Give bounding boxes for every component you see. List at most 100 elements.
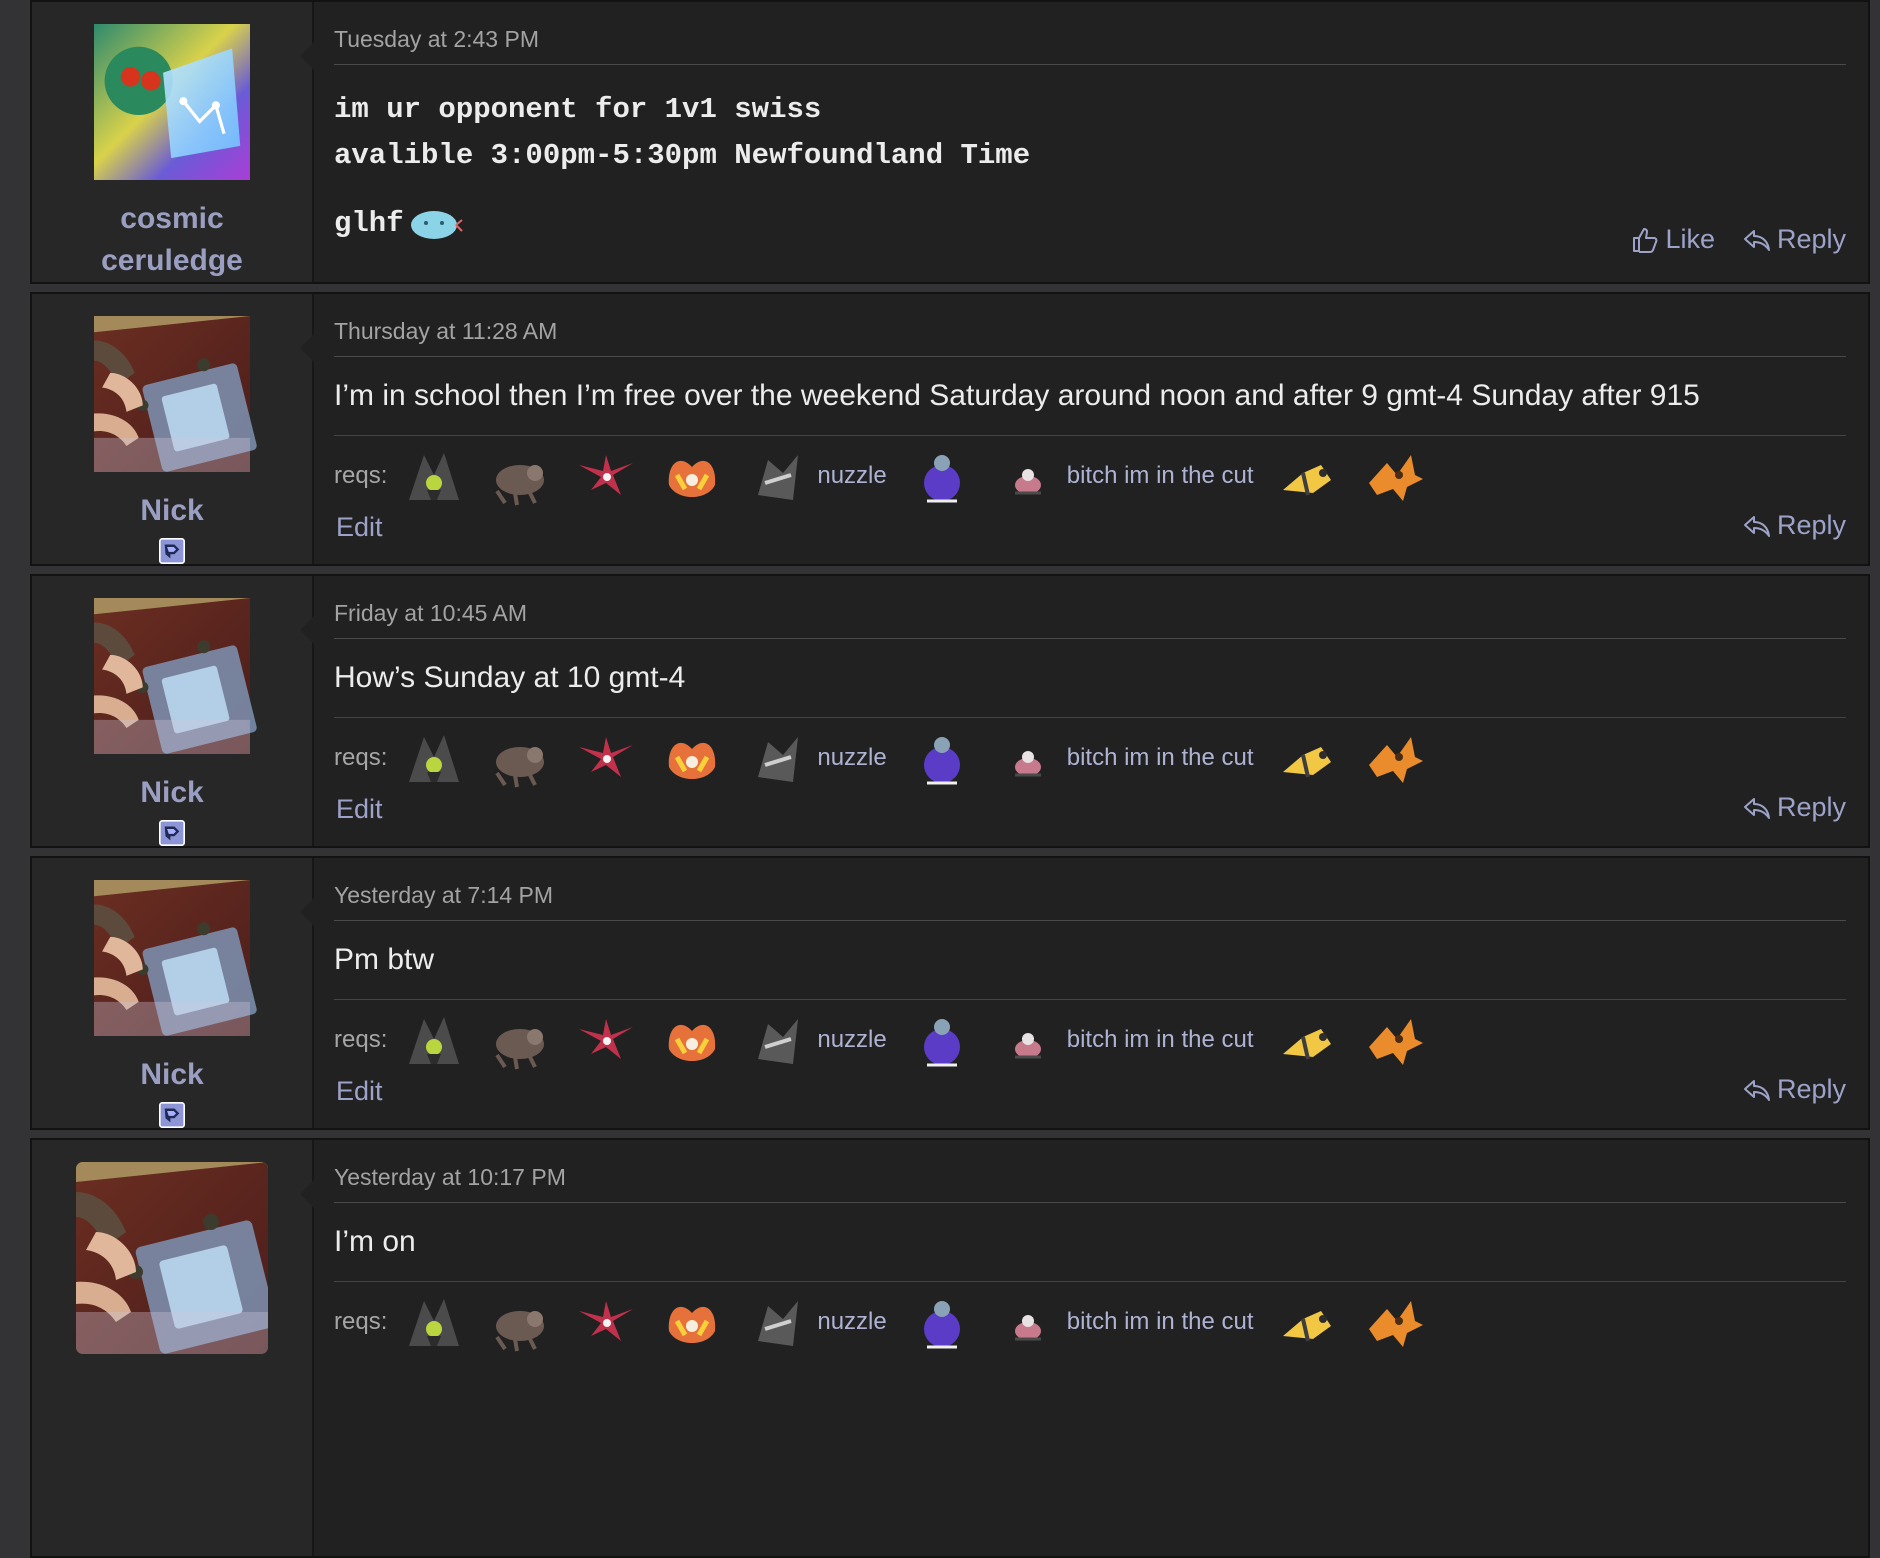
post-actions: Reply <box>1715 510 1846 541</box>
post-content: Yesterday at 10:17 PM I’m on reqs: nuzzl… <box>314 1140 1868 1556</box>
avatar[interactable] <box>76 1162 268 1354</box>
pokemon-sprite-icon <box>743 1009 813 1071</box>
signature-label: reqs: <box>334 744 388 771</box>
message-line: im ur opponent for 1v1 swiss <box>334 93 822 126</box>
post-date[interactable]: Yesterday at 10:17 PM <box>334 1140 1846 1203</box>
username[interactable]: Nick <box>72 490 272 532</box>
signature-label: reqs: <box>334 1308 388 1335</box>
message-text: I’m in school then I’m free over the wee… <box>334 357 1846 436</box>
like-label: Like <box>1665 224 1715 254</box>
pokemon-sprite-icon <box>743 1291 813 1353</box>
message-line: glhf <box>334 207 404 240</box>
post: Yesterday at 10:17 PM I’m on reqs: nuzzl… <box>30 1138 1870 1558</box>
pokemon-sprite-icon <box>485 727 555 789</box>
pokemon-sprite-icon <box>571 727 641 789</box>
pokemon-sprite-icon <box>993 1009 1063 1071</box>
reply-label: Reply <box>1776 224 1846 254</box>
post-content: Yesterday at 7:14 PM Pm btw reqs: nuzzle… <box>314 858 1868 1128</box>
reply-button[interactable]: Reply <box>1743 1074 1846 1105</box>
pokemon-sprite-icon <box>657 1291 727 1353</box>
thumbs-up-icon <box>1631 226 1659 254</box>
pokemon-sprite-icon <box>485 1009 555 1071</box>
avatar[interactable] <box>76 24 268 180</box>
pokemon-sprite-icon <box>993 727 1063 789</box>
user-cell: Nick <box>32 576 314 846</box>
post-date[interactable]: Tuesday at 2:43 PM <box>334 2 1846 65</box>
signature-text: bitch im in the cut <box>1066 1026 1254 1053</box>
pokemon-sprite-icon <box>1273 1009 1343 1071</box>
post-date[interactable]: Yesterday at 7:14 PM <box>334 858 1846 921</box>
pokemon-sprite-icon <box>993 445 1063 507</box>
pokemon-sprite-icon <box>743 445 813 507</box>
signature-text: bitch im in the cut <box>1066 1308 1254 1335</box>
pokemon-sprite-icon <box>657 727 727 789</box>
pokemon-sprite-icon <box>571 1291 641 1353</box>
pokemon-sprite-icon <box>1359 1291 1429 1353</box>
pokemon-sprite-icon <box>1359 1009 1429 1071</box>
pokemon-sprite-icon <box>1273 1291 1343 1353</box>
reply-label: Reply <box>1776 792 1846 822</box>
username[interactable]: cosmic ceruledge <box>72 198 272 282</box>
edit-button[interactable]: Edit <box>336 794 383 825</box>
signature: reqs: nuzzle bitch im in the cut <box>334 1282 1846 1362</box>
user-cell: Nick <box>32 294 314 564</box>
pokemon-sprite-icon <box>399 727 469 789</box>
avatar[interactable] <box>76 880 268 1036</box>
reply-label: Reply <box>1776 510 1846 540</box>
message-text: How’s Sunday at 10 gmt-4 <box>334 639 1846 718</box>
reply-icon <box>1743 794 1771 822</box>
reply-icon <box>1743 1076 1771 1104</box>
edit-button[interactable]: Edit <box>336 1076 383 1107</box>
reply-button[interactable]: Reply <box>1743 510 1846 541</box>
like-button[interactable]: Like <box>1631 224 1715 255</box>
signature-text: nuzzle <box>817 462 887 489</box>
post-actions: Reply <box>1715 792 1846 823</box>
pokemon-sprite-icon <box>907 1009 977 1071</box>
reply-icon <box>1743 226 1771 254</box>
edit-button[interactable]: Edit <box>336 512 383 543</box>
pokemon-sprite-icon <box>399 445 469 507</box>
pokemon-sprite-icon <box>1273 445 1343 507</box>
pokemon-sprite-icon <box>1273 727 1343 789</box>
post-date[interactable]: Friday at 10:45 AM <box>334 576 1846 639</box>
signature-text: bitch im in the cut <box>1066 744 1254 771</box>
reply-icon <box>1743 512 1771 540</box>
username[interactable]: Nick <box>72 1054 272 1096</box>
signature-text: nuzzle <box>817 744 887 771</box>
signature-label: reqs: <box>334 1026 388 1053</box>
reply-button[interactable]: Reply <box>1743 792 1846 823</box>
pokemon-sprite-icon <box>1359 727 1429 789</box>
pokemon-sprite-icon <box>571 445 641 507</box>
post-actions: Reply <box>1715 1074 1846 1105</box>
signature: reqs: nuzzle bitch im in the cut <box>334 436 1846 516</box>
emoji-icon <box>410 211 463 239</box>
post-actions: Like Reply <box>1603 224 1846 255</box>
pokemon-sprite-icon <box>907 727 977 789</box>
reply-button[interactable]: Reply <box>1743 224 1846 255</box>
pokemon-sprite-icon <box>657 445 727 507</box>
user-cell: cosmic ceruledge <box>32 2 314 282</box>
post-content: Tuesday at 2:43 PM im ur opponent for 1v… <box>314 2 1868 282</box>
rank-badge-icon <box>156 538 188 564</box>
post: Nick Thursday at 11:28 AM I’m in school … <box>30 292 1870 566</box>
pokemon-sprite-icon <box>485 1291 555 1353</box>
signature-text: nuzzle <box>817 1308 887 1335</box>
signature-label: reqs: <box>334 462 388 489</box>
message-text: im ur opponent for 1v1 swiss avalible 3:… <box>334 87 1846 247</box>
avatar[interactable] <box>76 316 268 472</box>
post-date[interactable]: Thursday at 11:28 AM <box>334 294 1846 357</box>
user-cell <box>32 1140 314 1556</box>
post: cosmic ceruledge Tuesday at 2:43 PM im u… <box>30 0 1870 284</box>
avatar[interactable] <box>76 598 268 754</box>
post: Nick Yesterday at 7:14 PM Pm btw reqs: n… <box>30 856 1870 1130</box>
rank-badge-icon <box>156 820 188 846</box>
signature: reqs: nuzzle bitch im in the cut <box>334 718 1846 798</box>
pokemon-sprite-icon <box>1359 445 1429 507</box>
pokemon-sprite-icon <box>485 445 555 507</box>
message-text: Pm btw <box>334 921 1846 1000</box>
post-content: Friday at 10:45 AM How’s Sunday at 10 gm… <box>314 576 1868 846</box>
pokemon-sprite-icon <box>907 445 977 507</box>
username[interactable]: Nick <box>72 772 272 814</box>
post-content: Thursday at 11:28 AM I’m in school then … <box>314 294 1868 564</box>
message-text: I’m on <box>334 1203 1846 1282</box>
